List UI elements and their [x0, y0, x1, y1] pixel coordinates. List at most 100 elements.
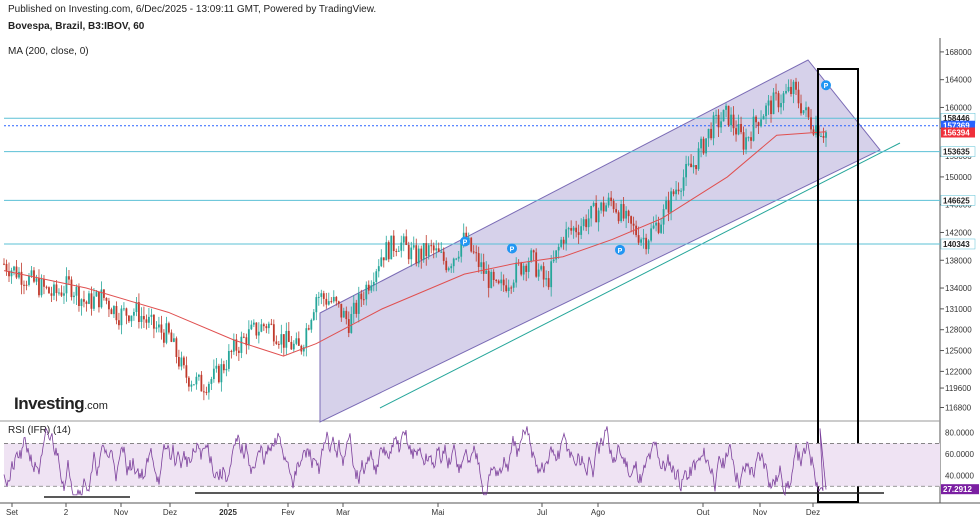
rsi-badge-label: 27.2912 — [943, 485, 972, 494]
candle-body — [237, 350, 240, 353]
candle-body — [742, 132, 745, 150]
candle-body — [475, 252, 478, 254]
candle-body — [265, 326, 268, 329]
y-tick-label: 142000 — [945, 228, 972, 237]
candle-body — [390, 235, 393, 260]
candle-body — [412, 245, 415, 248]
candle-body — [635, 225, 638, 236]
candle-body — [48, 287, 50, 294]
candle-body — [80, 299, 83, 307]
candle-body — [472, 251, 475, 253]
candle-body — [582, 219, 585, 227]
candle-body — [547, 278, 550, 288]
candle-body — [365, 284, 368, 300]
candle-body — [532, 250, 535, 253]
candle-body — [470, 237, 473, 252]
price-badge-label: 146625 — [943, 196, 970, 205]
candle-body — [192, 384, 195, 386]
candle-body — [93, 296, 95, 309]
candle-body — [3, 263, 5, 265]
candle-body — [167, 323, 170, 333]
candle-body — [620, 204, 623, 222]
candle-body — [110, 309, 113, 315]
marker-label: P — [463, 240, 468, 247]
candle-body — [570, 228, 573, 231]
candle-body — [5, 263, 8, 272]
candle-body — [440, 251, 443, 253]
candle-body — [70, 279, 73, 298]
candle-body — [190, 384, 193, 387]
x-tick-label: Set — [6, 508, 19, 517]
candle-body — [180, 357, 183, 367]
candle-body — [155, 327, 158, 329]
candle-body — [647, 240, 650, 250]
candle-body — [73, 295, 75, 298]
candle-body — [282, 334, 285, 348]
candle-body — [175, 338, 178, 357]
x-tick-label: Fev — [281, 508, 294, 517]
candle-body — [260, 324, 263, 332]
candle-body — [240, 336, 243, 353]
candle-body — [160, 324, 163, 333]
candle-body — [377, 266, 380, 272]
candle-body — [38, 278, 40, 296]
candle-body — [495, 279, 498, 281]
candle-body — [812, 129, 815, 135]
candle-body — [360, 293, 363, 300]
candle-body — [740, 123, 742, 133]
candle-body — [567, 228, 570, 230]
candle-body — [195, 376, 198, 385]
candle-body — [770, 100, 772, 115]
candle-body — [297, 338, 300, 346]
candle-body — [477, 253, 480, 267]
candle-body — [425, 243, 428, 257]
candle-body — [310, 319, 313, 330]
candle-body — [340, 303, 343, 318]
candle-body — [595, 202, 598, 223]
candle-body — [497, 280, 500, 284]
candle-body — [83, 299, 85, 302]
candle-body — [252, 322, 255, 325]
candle-body — [597, 210, 600, 223]
candle-body — [427, 245, 430, 257]
price-badge-label: 153635 — [943, 148, 970, 157]
candle-body — [327, 301, 330, 305]
candle-body — [655, 222, 658, 226]
candle-body — [400, 242, 403, 251]
candle-body — [382, 257, 385, 261]
candle-body — [55, 284, 58, 294]
candle-body — [672, 191, 675, 195]
candle-body — [695, 165, 697, 170]
candle-body — [25, 284, 28, 286]
candle-body — [380, 257, 383, 267]
candle-body — [225, 368, 228, 371]
candle-body — [170, 332, 173, 342]
y-tick-label: 160000 — [945, 103, 972, 112]
candle-body — [782, 93, 785, 104]
candle-body — [205, 391, 208, 393]
marker-pin: P — [507, 243, 517, 254]
candle-body — [33, 270, 35, 282]
candle-body — [765, 105, 767, 117]
candle-body — [230, 350, 233, 352]
y-tick-label: 122000 — [945, 367, 972, 376]
candle-body — [665, 200, 667, 210]
candle-body — [757, 122, 760, 127]
candle-body — [710, 128, 712, 139]
candle-body — [522, 265, 525, 275]
candle-body — [385, 242, 388, 261]
candle-body — [622, 204, 625, 219]
candle-body — [682, 177, 685, 191]
candle-body — [545, 278, 548, 280]
candle-body — [640, 239, 643, 243]
candle-body — [775, 92, 777, 94]
candle-body — [185, 365, 188, 378]
candle-body — [690, 163, 692, 168]
candle-body — [720, 121, 722, 128]
candle-body — [550, 261, 553, 288]
candle-body — [397, 250, 400, 252]
candle-body — [667, 200, 670, 213]
candle-body — [430, 245, 433, 247]
candle-body — [130, 315, 133, 322]
price-chart[interactable]: P P P P 116800 119600 122000 125000 128000 131000… — [0, 0, 980, 522]
